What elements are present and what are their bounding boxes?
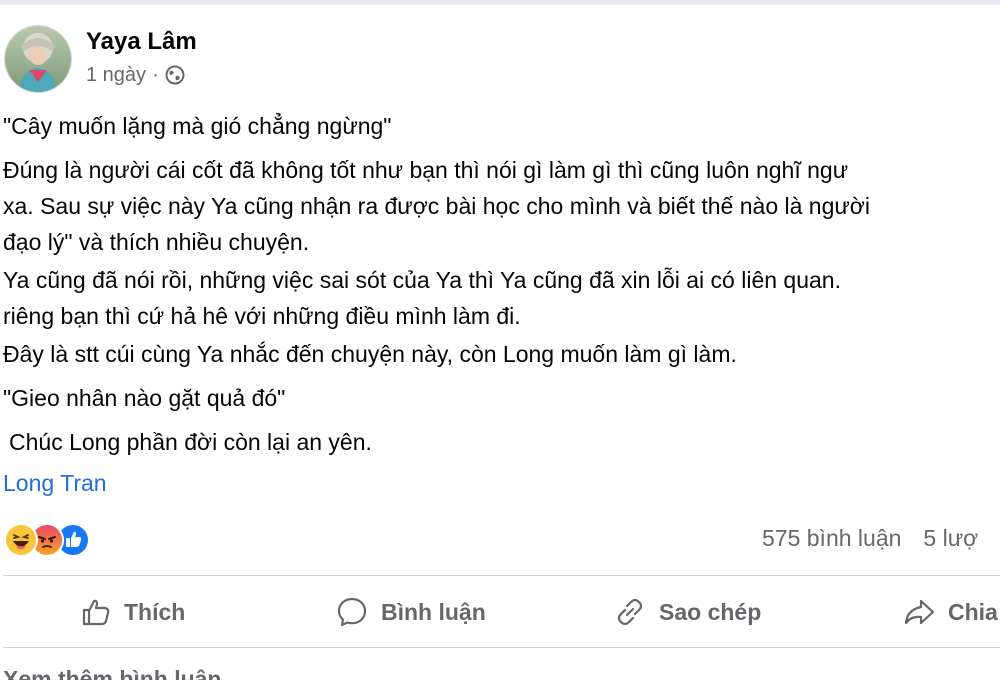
link-icon [617, 598, 643, 626]
post-paragraph-stt: Đây là stt cúi cùng Ya nhắc đến chuyện n… [3, 341, 737, 367]
divider-bottom [3, 647, 1000, 648]
post-meta: 1 ngày · [86, 62, 185, 88]
post-paragraph-quote2: "Gieo nhân nào gặt quả đó" [3, 385, 286, 411]
tagged-user-link[interactable]: Long Tran [3, 470, 107, 497]
divider-top [3, 575, 1000, 576]
reaction-summary[interactable] [4, 523, 90, 557]
like-button[interactable]: Thích [80, 590, 185, 634]
share-button[interactable]: Chia [902, 590, 998, 634]
post-time[interactable]: 1 ngày [86, 64, 146, 87]
globe-icon[interactable] [165, 65, 185, 85]
post-line: đạo lý" và thích nhiều chuyện. [3, 229, 310, 255]
post-line: Ya cũng đã nói rồi, những việc sai sót c… [3, 267, 841, 293]
like-label: Thích [124, 598, 186, 625]
see-more-comments-link[interactable]: Xem thêm bình luận [3, 666, 222, 680]
engagement-counts: 575 bình luận 5 lượ [762, 525, 978, 552]
post-paragraph-quote: "Cây muốn lặng mà gió chẳng ngừng" [3, 113, 392, 139]
comment-button[interactable]: Bình luận [335, 590, 486, 634]
shares-count[interactable]: 5 lượ [923, 525, 978, 551]
haha-icon [4, 523, 38, 557]
share-label: Chia [948, 598, 998, 625]
post-paragraph-main: Đúng là người cái cốt đã không tốt như b… [3, 152, 870, 260]
avatar-photo [5, 26, 71, 92]
author-avatar[interactable] [5, 26, 71, 92]
post-line: Đúng là người cái cốt đã không tốt như b… [3, 157, 849, 183]
post-paragraph-wish: Chúc Long phần đời còn lại an yên. [9, 429, 372, 455]
comment-label: Bình luận [381, 598, 486, 625]
meta-separator: · [152, 63, 159, 86]
comments-count[interactable]: 575 bình luận [762, 525, 901, 551]
copy-label: Sao chép [659, 598, 762, 625]
comment-bubble-icon [337, 597, 367, 627]
author-name[interactable]: Yaya Lâm [86, 28, 197, 56]
share-arrow-icon [904, 599, 935, 625]
thumbs-up-icon [82, 599, 110, 626]
post-line: xa. Sau sự việc này Ya cũng nhận ra được… [3, 193, 870, 219]
post-paragraph-apology: Ya cũng đã nói rồi, những việc sai sót c… [3, 262, 841, 334]
post-header: Yaya Lâm 1 ngày · [0, 0, 1000, 100]
post-line: riêng bạn thì cứ hả hê với những điều mì… [3, 303, 521, 329]
copy-link-button[interactable]: Sao chép [613, 590, 761, 634]
